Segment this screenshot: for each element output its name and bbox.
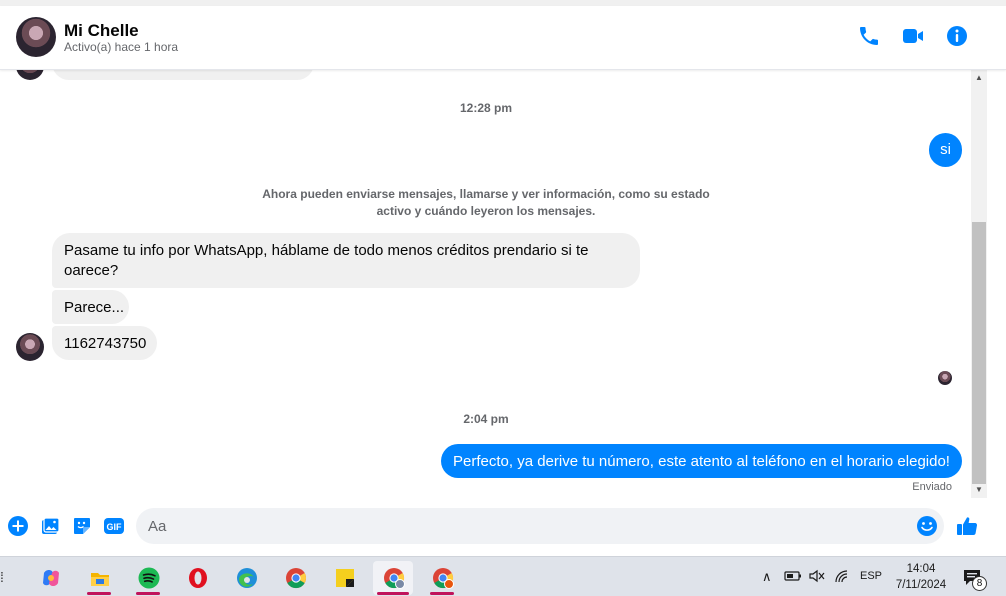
clock-time: 14:04 [906,563,936,575]
message-bubble-outgoing[interactable]: si [929,133,962,167]
message-input-container[interactable] [136,508,944,544]
volume-muted-icon[interactable] [808,569,826,596]
windows-taskbar: ⁞ ∧ ESP 14:04 7/11/2024 8 [0,556,1006,596]
taskbar-sticky-notes[interactable] [324,561,364,595]
voice-call-button[interactable] [857,24,881,48]
thumbs-up-icon [957,517,978,536]
gif-button[interactable]: GIF [103,515,125,537]
edge-icon [237,568,257,588]
chrome-profile-icon [384,568,405,589]
gif-label: GIF [107,522,123,532]
sticky-notes-icon [336,569,354,587]
phone-icon [860,27,878,45]
message-bubble-incoming[interactable]: Parece... [52,290,129,324]
opera-icon [189,568,207,588]
taskbar-opera[interactable] [177,561,217,595]
like-button[interactable] [955,514,979,538]
scroll-up-arrow-icon[interactable]: ▲ [971,70,987,86]
gif-icon: GIF [104,518,124,534]
delivery-status: Enviado [912,481,952,493]
scroll-down-arrow-icon[interactable]: ▼ [971,482,987,498]
scrollbar-thumb[interactable] [972,222,986,484]
system-notice-line: activo y cuándo leyeron los mensajes. [376,204,596,218]
video-camera-icon [903,29,923,43]
message-list[interactable]: 12:28 pm si Ahora pueden enviarse mensaj… [0,70,972,498]
message-timestamp: 12:28 pm [459,101,513,115]
info-icon [947,26,967,46]
show-hidden-icons-chevron-icon[interactable]: ∧ [762,569,772,596]
seen-receipt-avatar [938,371,952,385]
running-indicator [377,592,409,595]
contact-avatar-small[interactable] [16,333,44,361]
spotify-icon [138,567,160,589]
taskbar-file-explorer[interactable] [79,561,119,595]
file-explorer-icon [91,573,109,586]
message-bubble-outgoing[interactable]: Perfecto, ya derive tu número, este aten… [441,444,962,478]
contact-name[interactable]: Mi Chelle [64,21,139,41]
message-bubble-incoming[interactable]: 1162743750 [52,326,157,360]
taskbar-chrome[interactable] [275,561,315,595]
chrome-icon [286,568,307,589]
message-text-line: oarece? [64,262,119,279]
emoji-button[interactable] [916,515,938,537]
contact-status: Activo(a) hace 1 hora [64,40,179,54]
contact-avatar-small[interactable] [16,70,44,80]
sticker-icon [74,518,90,534]
contact-avatar[interactable] [16,17,56,57]
conversation-info-button[interactable] [945,24,969,48]
battery-icon[interactable] [784,569,802,596]
message-bubble-incoming-partial[interactable] [52,70,314,80]
running-indicator [87,592,111,595]
running-indicator [136,592,160,595]
system-notice-line: Ahora pueden enviarse mensajes, llamarse… [262,187,710,201]
image-icon [42,517,60,534]
widgets-edge-icon[interactable]: ⁞ [0,569,10,585]
chrome-profile-icon [433,568,454,589]
taskbar-spotify[interactable] [128,561,168,595]
notification-badge: 8 [972,576,987,591]
chat-header: Mi Chelle Activo(a) hace 1 hora [0,6,1006,70]
attach-media-button[interactable] [39,515,61,537]
smiley-icon [917,516,937,536]
system-clock[interactable]: 14:04 7/11/2024 [886,561,956,593]
clock-date: 7/11/2024 [895,579,947,591]
input-language[interactable]: ESP [860,570,882,596]
message-bubble-incoming[interactable]: Pasame tu info por WhatsApp, háblame de … [52,233,640,288]
taskbar-edge[interactable] [226,561,266,595]
network-icon[interactable] [834,569,852,596]
system-notice: Ahora pueden enviarse mensajes, llamarse… [260,186,712,220]
running-indicator [430,592,454,595]
message-text-line: Pasame tu info por WhatsApp, háblame de … [64,242,589,259]
copilot-icon [43,570,59,586]
plus-circle-icon [8,516,28,536]
more-actions-button[interactable] [7,515,29,537]
taskbar-chrome-profile-active[interactable] [373,561,413,595]
message-timestamp: 2:04 pm [463,412,509,426]
taskbar-chrome-profile[interactable] [422,561,462,595]
video-call-button[interactable] [901,24,925,48]
taskbar-copilot[interactable] [30,561,70,595]
message-composer: GIF [0,498,1006,556]
message-scrollbar[interactable]: ▲ ▼ [971,70,987,498]
sticker-button[interactable] [71,515,93,537]
message-input[interactable] [148,508,908,544]
